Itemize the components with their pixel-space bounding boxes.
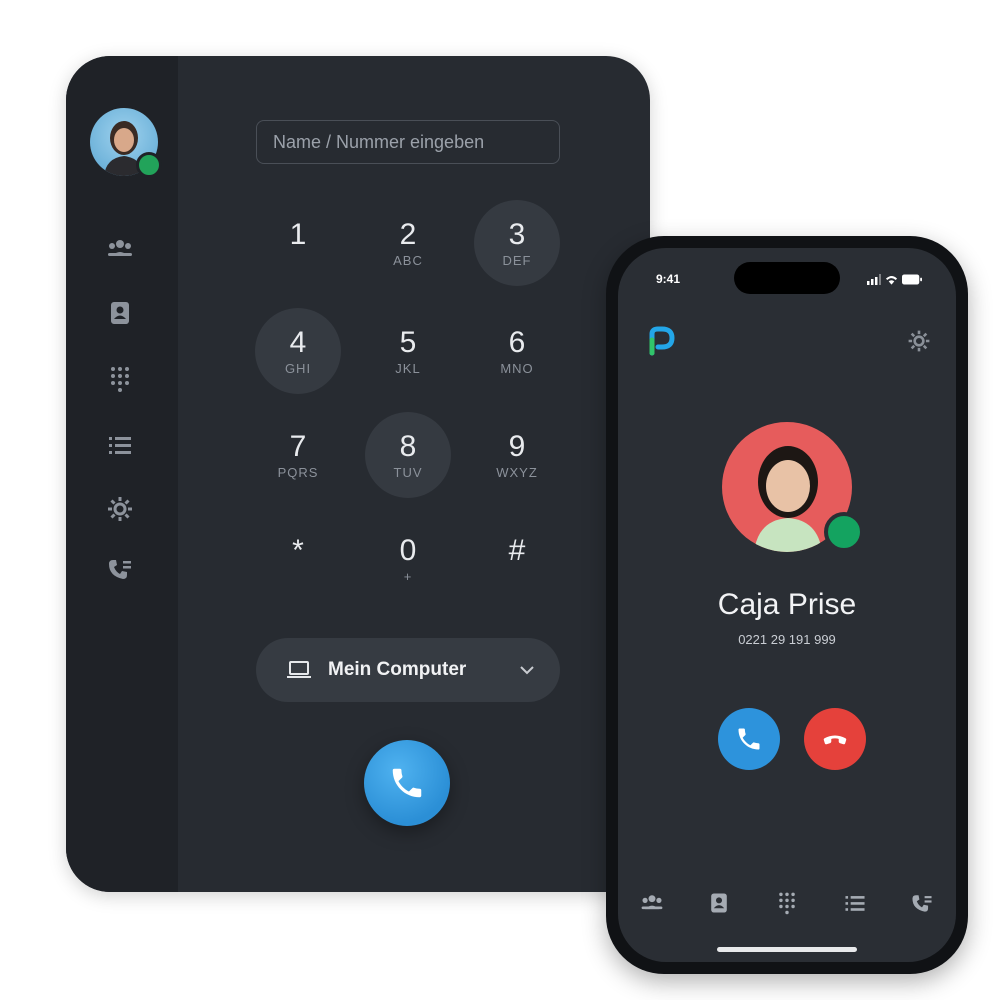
- device-selector-label: Mein Computer: [328, 659, 467, 680]
- settings-icon[interactable]: [906, 328, 932, 354]
- key-digit: 3: [508, 217, 526, 251]
- dynamic-island: [734, 262, 840, 294]
- settings-icon[interactable]: [102, 494, 138, 524]
- voicemail-icon[interactable]: [102, 554, 138, 584]
- key-digit: 4: [289, 325, 307, 359]
- key-7[interactable]: 7 PQRS: [255, 412, 341, 498]
- wifi-icon: [885, 276, 898, 285]
- search-placeholder: Name / Nummer eingeben: [273, 131, 485, 152]
- key-digit: 2: [399, 217, 417, 251]
- list-icon: [845, 896, 865, 911]
- tab-team[interactable]: [632, 888, 672, 918]
- key-letters: MNO: [500, 360, 534, 376]
- decline-call-button[interactable]: [804, 708, 866, 770]
- key-letters: WXYZ: [496, 464, 538, 480]
- key-digit: 1: [289, 218, 307, 251]
- chevron-down-icon: [520, 666, 534, 675]
- key-5[interactable]: 5 JKL: [365, 308, 451, 394]
- laptop-icon: [287, 661, 311, 678]
- mobile-phone: 9:41 Caja Prise 0221 29 191 999: [606, 236, 968, 974]
- dialpad-icon[interactable]: [102, 364, 138, 394]
- phone-icon: [392, 768, 422, 798]
- key-2[interactable]: 2 ABC: [365, 200, 451, 286]
- key-6[interactable]: 6 MNO: [474, 308, 560, 394]
- key-3[interactable]: 3 DEF: [474, 200, 560, 286]
- list-icon[interactable]: [102, 430, 138, 460]
- device-selector[interactable]: Mein Computer: [256, 638, 560, 702]
- key-digit: 7: [289, 429, 307, 463]
- key-4[interactable]: 4 GHI: [255, 308, 341, 394]
- home-indicator: [717, 947, 857, 952]
- phone-screen: 9:41 Caja Prise 0221 29 191 999: [618, 248, 956, 962]
- key-hash[interactable]: #: [474, 516, 560, 602]
- tab-list[interactable]: [835, 888, 875, 918]
- key-letters: DEF: [502, 252, 532, 268]
- key-star[interactable]: *: [255, 516, 341, 602]
- status-icons: [867, 274, 922, 285]
- caller-name: Caja Prise: [717, 588, 857, 621]
- call-button[interactable]: [364, 740, 450, 826]
- desktop-softphone-window: Name / Nummer eingeben 1 2 ABC 3 DEF 4 G…: [66, 56, 650, 892]
- key-digit: 5: [399, 325, 417, 359]
- contacts-icon: [711, 893, 728, 913]
- phone-icon: [738, 728, 760, 750]
- voicemail-icon: [912, 895, 932, 912]
- team-icon: [641, 895, 663, 910]
- key-letters: TUV: [393, 464, 423, 480]
- key-letters: JKL: [395, 360, 421, 376]
- battery-icon: [902, 274, 922, 285]
- dialpad-icon: [779, 892, 795, 915]
- key-digit: 6: [508, 325, 526, 359]
- hang-up-icon: [823, 735, 847, 745]
- presence-indicator: [824, 512, 864, 552]
- key-8[interactable]: 8 TUV: [365, 412, 451, 498]
- key-1[interactable]: 1: [255, 200, 341, 286]
- tab-dialpad[interactable]: [767, 888, 807, 918]
- status-time: 9:41: [656, 272, 681, 286]
- key-digit: 9: [508, 429, 526, 463]
- contacts-icon[interactable]: [102, 298, 138, 328]
- user-avatar[interactable]: [90, 108, 162, 178]
- key-digit: *: [292, 534, 304, 567]
- team-icon[interactable]: [102, 234, 138, 264]
- accept-call-button[interactable]: [718, 708, 780, 770]
- search-input[interactable]: Name / Nummer eingeben: [256, 120, 560, 164]
- app-logo-icon: [649, 326, 675, 356]
- presence-indicator: [136, 152, 162, 178]
- tab-voicemail[interactable]: [902, 888, 942, 918]
- sidebar: [66, 56, 178, 892]
- key-letters: GHI: [284, 360, 312, 376]
- caller-number: 0221 29 191 999: [738, 632, 836, 647]
- key-digit: 8: [399, 429, 417, 463]
- key-digit: #: [508, 534, 526, 567]
- signal-icon: [867, 274, 881, 285]
- key-letters: ABC: [393, 252, 423, 268]
- tab-contacts[interactable]: [699, 888, 739, 918]
- key-digit: 0: [399, 533, 417, 567]
- key-9[interactable]: 9 WXYZ: [474, 412, 560, 498]
- key-letters: +: [403, 568, 413, 584]
- key-letters: PQRS: [277, 464, 319, 480]
- key-0[interactable]: 0 +: [365, 516, 451, 602]
